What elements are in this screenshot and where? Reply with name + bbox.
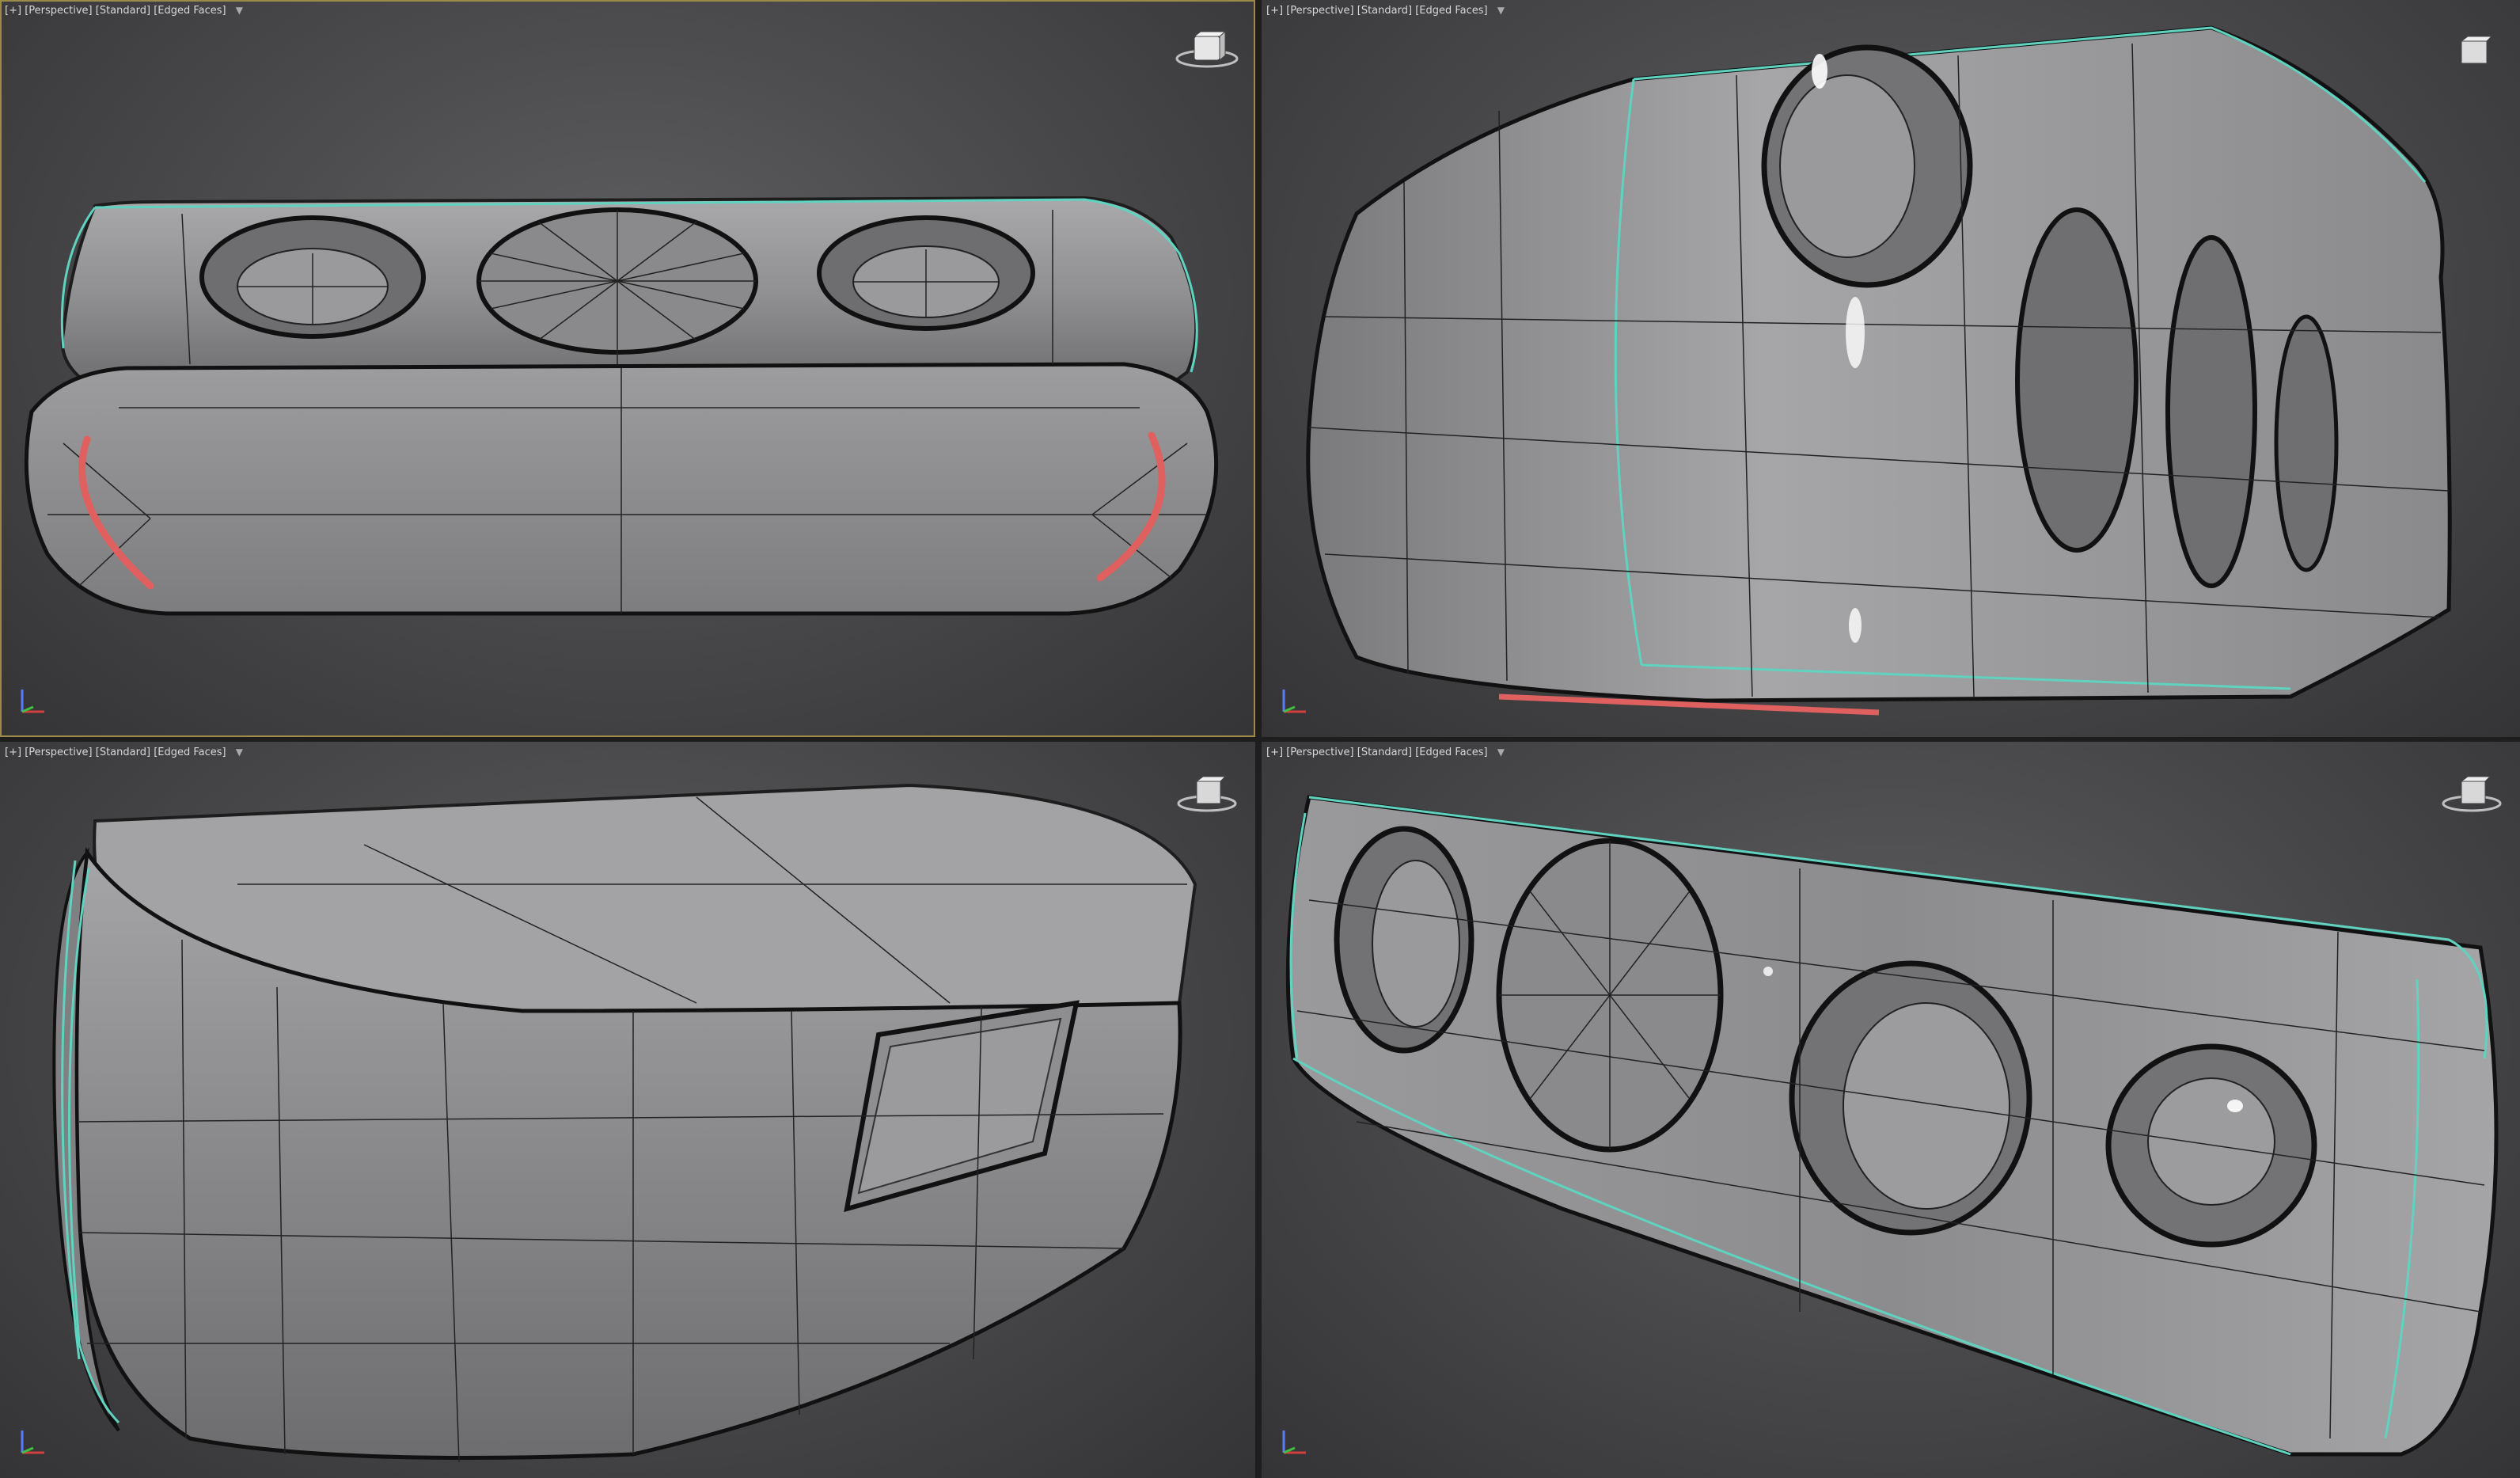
speaker-model-side[interactable] xyxy=(1262,0,2520,737)
speaker-hole-2 xyxy=(2015,207,2139,553)
viewcube-icon[interactable] xyxy=(1173,27,1241,78)
viewport-label: [+] [Perspective] [Standard] [Edged Face… xyxy=(5,5,243,17)
viewport-menu-plus[interactable]: [+] xyxy=(5,747,21,758)
viewport-menu-view[interactable]: [Perspective] xyxy=(25,747,92,758)
viewport-menu-view[interactable]: [Perspective] xyxy=(1286,747,1353,758)
filter-icon[interactable]: ▼ xyxy=(1497,747,1505,758)
axis-tripod-icon xyxy=(1282,690,1306,713)
speaker-model-front-top[interactable] xyxy=(0,0,1255,737)
axis-tripod-icon xyxy=(21,1431,44,1454)
speaker-hole-4 xyxy=(2274,314,2339,572)
viewport-menu-plus[interactable]: [+] xyxy=(5,5,21,17)
viewport-menu-shading[interactable]: [Standard] xyxy=(1357,5,1412,17)
viewcube-icon[interactable] xyxy=(1173,769,1241,819)
viewcube-icon[interactable] xyxy=(2438,27,2506,78)
viewport-menu-plus[interactable]: [+] xyxy=(1266,5,1283,17)
axis-tripod-icon xyxy=(21,690,44,713)
speaker-hole-3 xyxy=(2165,235,2257,588)
viewport-menu-shading[interactable]: [Standard] xyxy=(96,5,150,17)
filter-icon[interactable]: ▼ xyxy=(236,5,243,16)
viewport-menu-plus[interactable]: [+] xyxy=(1266,747,1283,758)
viewcube-icon[interactable] xyxy=(2438,769,2506,819)
viewport-label: [+] [Perspective] [Standard] [Edged Face… xyxy=(5,747,243,758)
viewport-bottom-right[interactable]: [+] [Perspective] [Standard] [Edged Face… xyxy=(1262,742,2520,1478)
speaker-model-front-angle[interactable] xyxy=(1262,742,2520,1478)
viewport-menu-shading[interactable]: [Standard] xyxy=(96,747,150,758)
filter-icon[interactable]: ▼ xyxy=(1497,5,1505,16)
viewport-menu-shading[interactable]: [Standard] xyxy=(1357,747,1412,758)
viewport-bottom-left[interactable]: [+] [Perspective] [Standard] [Edged Face… xyxy=(0,742,1255,1478)
viewport-menu-mode[interactable]: [Edged Faces] xyxy=(154,5,226,17)
viewport-top-right[interactable]: [+] [Perspective] [Standard] [Edged Face… xyxy=(1262,0,2520,737)
filter-icon[interactable]: ▼ xyxy=(236,747,243,758)
speaker-hole-1 xyxy=(1334,826,1474,1054)
viewport-menu-mode[interactable]: [Edged Faces] xyxy=(1415,747,1487,758)
viewport-menu-view[interactable]: [Perspective] xyxy=(1286,5,1353,17)
viewport-menu-mode[interactable]: [Edged Faces] xyxy=(1415,5,1487,17)
speaker-model-back[interactable] xyxy=(0,742,1255,1478)
speaker-hole-1 xyxy=(1761,44,1973,288)
axis-tripod-icon xyxy=(1282,1431,1306,1454)
viewport-label: [+] [Perspective] [Standard] [Edged Face… xyxy=(1266,5,1505,17)
viewport-menu-view[interactable]: [Perspective] xyxy=(25,5,92,17)
viewport-label: [+] [Perspective] [Standard] [Edged Face… xyxy=(1266,747,1505,758)
viewport-menu-mode[interactable]: [Edged Faces] xyxy=(154,747,226,758)
speaker-hole-3 xyxy=(1789,960,2032,1236)
viewport-top-left[interactable]: [+] [Perspective] [Standard] [Edged Face… xyxy=(0,0,1255,737)
